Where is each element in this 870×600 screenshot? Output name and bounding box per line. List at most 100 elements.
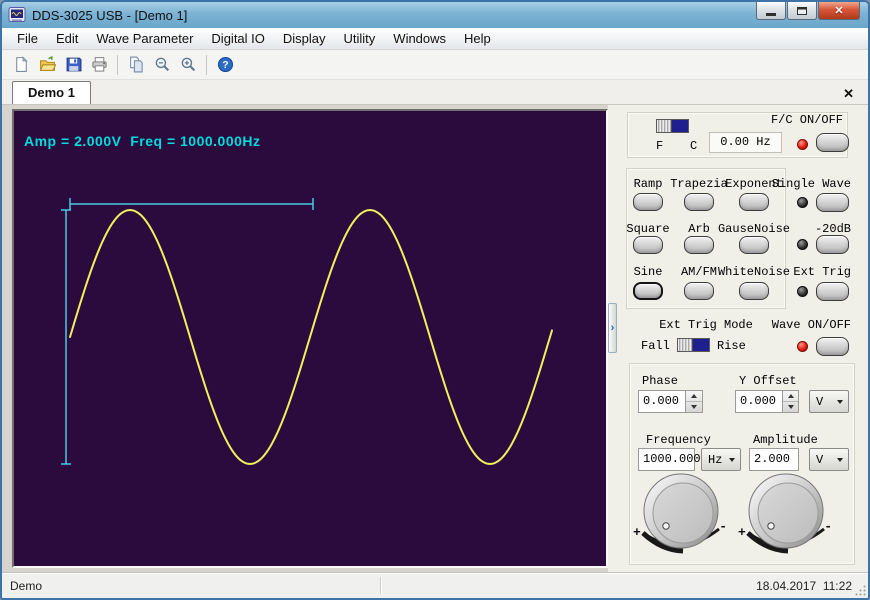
- frequency-knob[interactable]: + -: [633, 471, 729, 563]
- fc-readout: 0.00 Hz: [709, 132, 782, 153]
- close-button[interactable]: ✕: [818, 2, 860, 20]
- resize-grip-icon[interactable]: [854, 584, 867, 597]
- panel-splitter[interactable]: ›: [608, 303, 617, 353]
- yoffset-input[interactable]: 0.000: [735, 390, 783, 413]
- wave-label-whitenoise: WhiteNoise: [704, 265, 804, 279]
- phase-spin-down[interactable]: [686, 401, 702, 412]
- spin-down-icon: [691, 405, 697, 409]
- fc-slider[interactable]: [656, 119, 689, 133]
- ext-trig-button[interactable]: [816, 282, 849, 301]
- menu-help[interactable]: Help: [455, 29, 500, 48]
- phase-spinner[interactable]: [686, 390, 703, 413]
- yoffset-spin-up[interactable]: [783, 391, 798, 401]
- single-wave-led: [797, 197, 808, 208]
- amplitude-unit-select[interactable]: V: [809, 448, 849, 471]
- save-icon: [65, 56, 82, 73]
- svg-text:?: ?: [222, 60, 228, 71]
- wave-onoff-label: Wave ON/OFF: [772, 318, 851, 332]
- wave-button-whitenoise[interactable]: [739, 282, 769, 300]
- phase-label: Phase: [642, 374, 678, 388]
- minus20db-led: [797, 239, 808, 250]
- title-bar: DDS-3025 USB - [Demo 1] ✕: [2, 2, 868, 28]
- frequency-label: Frequency: [646, 433, 711, 447]
- open-button[interactable]: [34, 53, 60, 77]
- tab-close-icon[interactable]: ✕: [843, 87, 854, 100]
- wave-button-amfm[interactable]: [684, 282, 714, 300]
- single-wave-label: Single Wave: [772, 177, 851, 191]
- menu-display[interactable]: Display: [274, 29, 335, 48]
- menu-wave-parameter[interactable]: Wave Parameter: [87, 29, 202, 48]
- print-icon: [91, 56, 108, 73]
- fc-f-label: F: [656, 139, 663, 153]
- frequency-unit-select[interactable]: Hz: [701, 448, 741, 471]
- phase-spin-up[interactable]: [686, 391, 702, 401]
- wave-label-gausenoise: GauseNoise: [704, 222, 804, 236]
- status-separator: [380, 577, 381, 594]
- knob-minus-label: -: [719, 519, 727, 534]
- open-folder-icon: [39, 56, 56, 73]
- minus20db-button[interactable]: [816, 235, 849, 254]
- tab-bar: Demo 1 ✕: [2, 80, 868, 105]
- zoom-out-button[interactable]: [149, 53, 175, 77]
- wave-button-ramp[interactable]: [633, 193, 663, 211]
- ext-trig-mode-title: Ext Trig Mode: [646, 318, 766, 332]
- save-button[interactable]: [60, 53, 86, 77]
- menu-edit[interactable]: Edit: [47, 29, 87, 48]
- amplitude-label: Amplitude: [753, 433, 818, 447]
- fc-led: [797, 139, 808, 150]
- menu-file[interactable]: File: [8, 29, 47, 48]
- amplitude-knob[interactable]: + -: [738, 471, 834, 563]
- copy-button[interactable]: [123, 53, 149, 77]
- help-button[interactable]: ?: [212, 53, 238, 77]
- amplitude-unit-value: V: [816, 453, 823, 467]
- waveform-svg: [14, 111, 606, 566]
- wave-onoff-button[interactable]: [816, 337, 849, 356]
- knob-plus-label: +: [738, 525, 746, 540]
- wave-button-trapezia[interactable]: [684, 193, 714, 211]
- maximize-button[interactable]: [787, 2, 817, 20]
- print-button[interactable]: [86, 53, 112, 77]
- tab-demo1[interactable]: Demo 1: [12, 81, 91, 104]
- amplitude-input[interactable]: 2.000: [749, 448, 799, 471]
- phase-input[interactable]: 0.000: [638, 390, 686, 413]
- waveform-display-frame: Amp = 2.000V Freq = 1000.000Hz: [12, 109, 608, 568]
- minimize-button[interactable]: [756, 2, 786, 20]
- frequency-input[interactable]: 1000.000: [638, 448, 695, 471]
- yoffset-spin-down[interactable]: [783, 401, 798, 412]
- wave-button-arb[interactable]: [684, 236, 714, 254]
- close-icon: ✕: [834, 4, 843, 17]
- minimize-icon: [766, 13, 776, 16]
- fc-slider-handle[interactable]: [657, 120, 672, 132]
- new-button[interactable]: [8, 53, 34, 77]
- menu-windows[interactable]: Windows: [384, 29, 455, 48]
- menu-digital-io[interactable]: Digital IO: [202, 29, 273, 48]
- trig-slider-handle[interactable]: [678, 339, 693, 351]
- yoffset-spinner[interactable]: [783, 390, 799, 413]
- menu-utility[interactable]: Utility: [335, 29, 385, 48]
- fc-onoff-button[interactable]: [816, 133, 849, 152]
- fc-group: F C 0.00 Hz F/C ON/OFF: [627, 112, 848, 158]
- wave-button-square[interactable]: [633, 236, 663, 254]
- wave-button-sine[interactable]: [633, 282, 663, 300]
- knob-minus-label: -: [824, 519, 832, 534]
- yoffset-unit-select[interactable]: V: [809, 390, 849, 413]
- spin-up-icon: [691, 394, 697, 398]
- zoom-in-button[interactable]: [175, 53, 201, 77]
- trig-slider-track: [693, 339, 709, 351]
- ext-trig-label: Ext Trig: [793, 265, 851, 279]
- control-panel: › F C 0.00 Hz F/C ON/OFF Ramp Trapezia E…: [608, 105, 868, 572]
- wave-onoff-led: [797, 341, 808, 352]
- status-datetime: 18.04.2017 11:22: [756, 579, 852, 593]
- fc-onoff-label: F/C ON/OFF: [771, 113, 843, 127]
- new-document-icon: [13, 56, 30, 73]
- fc-c-label: C: [690, 139, 697, 153]
- zoom-in-icon: [180, 56, 197, 73]
- rise-label: Rise: [717, 339, 746, 353]
- knob-graphic: [633, 471, 729, 563]
- dropdown-arrow-icon: [729, 458, 735, 462]
- wave-button-exponent[interactable]: [739, 193, 769, 211]
- wave-button-gausenoise[interactable]: [739, 236, 769, 254]
- trig-mode-slider[interactable]: [677, 338, 710, 352]
- single-wave-button[interactable]: [816, 193, 849, 212]
- fall-label: Fall: [641, 339, 670, 353]
